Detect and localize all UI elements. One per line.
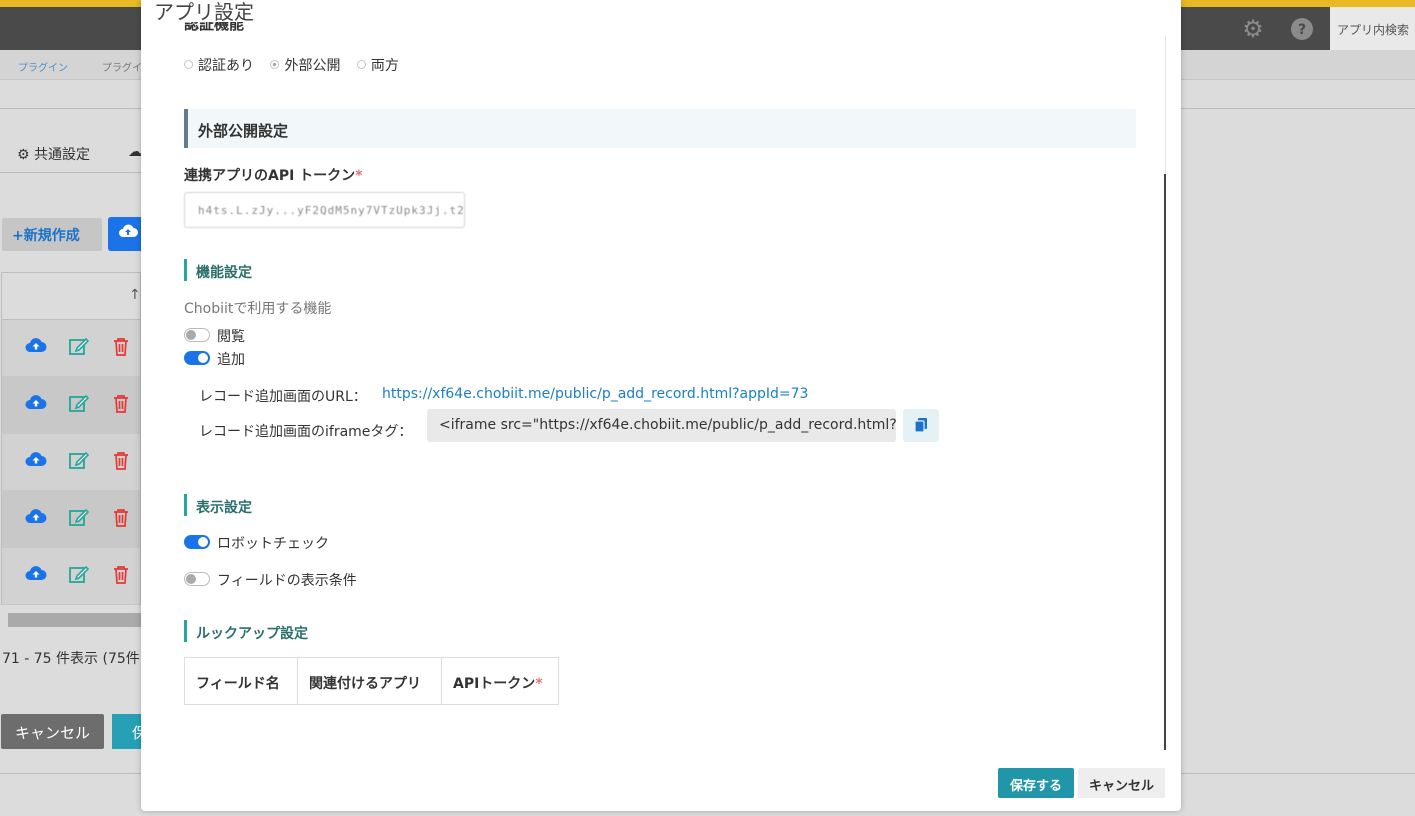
iframe-tag-field[interactable]: <iframe src="https://xf64e.chobiit.me/pu…	[427, 409, 896, 442]
divider	[0, 172, 141, 173]
toggle-view[interactable]	[184, 328, 210, 342]
cloud-upload-icon[interactable]	[25, 394, 47, 415]
table-row	[2, 320, 140, 377]
required-mark: *	[535, 676, 543, 692]
cloud-upload-icon[interactable]	[25, 337, 47, 358]
breadcrumb-item-plugin-2[interactable]: プラグイ	[102, 59, 142, 74]
radio-both[interactable]: 両方	[356, 58, 399, 74]
records-table: ↑	[1, 272, 141, 605]
radio-circle-selected[interactable]	[270, 60, 280, 69]
trash-icon[interactable]	[112, 394, 130, 418]
gear-icon: ⚙	[17, 147, 35, 163]
new-create-button[interactable]: +新規作成	[2, 218, 102, 251]
section-header-public-settings: 外部公開設定	[184, 109, 1136, 148]
cloud-upload-icon[interactable]	[25, 508, 47, 529]
toggle-add-label: 追加	[217, 352, 245, 368]
svg-text:?: ?	[1298, 22, 1306, 38]
radio-public[interactable]: 外部公開	[270, 58, 340, 74]
trash-icon[interactable]	[112, 508, 130, 532]
copy-button[interactable]	[903, 409, 939, 442]
table-row	[2, 548, 140, 605]
save-button[interactable]: 保存する	[998, 768, 1074, 798]
edit-icon[interactable]	[69, 565, 90, 588]
column-related-app: 関連付けるアプリ	[298, 658, 442, 704]
app-settings-modal: アプリ設定 認証機能 認証あり 外部公開 両方 外部公開設定 連携アプリのAPI…	[141, 0, 1181, 811]
scrollbar-thumb[interactable]	[1164, 174, 1166, 750]
edit-icon[interactable]	[69, 337, 90, 360]
gear-icon[interactable]: ⚙	[1240, 16, 1266, 42]
pagination-info: 71 - 75 件表示 (75件中	[2, 651, 154, 667]
cloud-icon[interactable]: ☁	[128, 144, 142, 160]
required-mark: *	[355, 168, 363, 184]
lookup-settings-heading: ルックアップ設定	[184, 620, 308, 642]
toggle-robot-check[interactable]	[184, 535, 210, 549]
toggle-field-display-condition-label: フィールドの表示条件	[217, 573, 357, 589]
background-save-button[interactable]: 保	[112, 714, 147, 749]
cloud-upload-icon	[119, 224, 138, 237]
toggle-add[interactable]	[184, 351, 210, 365]
iframe-tag-label: レコード追加画面のiframeタグ：	[199, 424, 413, 440]
breadcrumb-item-plugin[interactable]: プラグイン	[18, 59, 68, 74]
edit-icon[interactable]	[69, 451, 90, 474]
cloud-upload-icon[interactable]	[25, 565, 47, 586]
edit-icon[interactable]	[69, 508, 90, 531]
plus-icon: +	[12, 228, 24, 244]
column-api-token: APIトークン*	[453, 676, 543, 692]
radio-auth[interactable]: 認証あり	[184, 58, 254, 74]
cancel-button[interactable]: キャンセル	[1078, 768, 1165, 798]
record-url-link[interactable]: https://xf64e.chobiit.me/public/p_add_re…	[382, 386, 808, 402]
table-row	[2, 434, 140, 491]
display-settings-heading: 表示設定	[184, 494, 252, 516]
feature-settings-heading: 機能設定	[184, 259, 252, 281]
record-url-label: レコード追加画面のURL：	[199, 389, 367, 405]
app-search-input[interactable]: アプリ内検索	[1330, 7, 1415, 50]
background-cancel-button[interactable]: キャンセル	[1, 714, 104, 749]
copy-icon	[914, 418, 927, 433]
toggle-field-display-condition[interactable]	[184, 572, 210, 586]
trash-icon[interactable]	[112, 565, 130, 589]
radio-circle[interactable]	[356, 60, 366, 69]
trash-icon[interactable]	[112, 451, 130, 475]
toggle-robot-check-label: ロボットチェック	[217, 536, 329, 552]
tab-common-settings[interactable]: ⚙ 共通設定	[17, 144, 90, 164]
lookup-table-header: フィールド名 関連付けるアプリ APIトークン*	[184, 657, 559, 705]
feature-description: Chobiitで利用する機能	[184, 301, 332, 317]
api-token-input[interactable]: h4ts.L.zJy...yF2QdM5ny7VTzUpk3Jj.t2	[184, 192, 465, 228]
toggle-view-label: 閲覧	[217, 329, 245, 345]
upload-button[interactable]	[108, 217, 143, 251]
column-field-name: フィールド名	[185, 658, 298, 704]
modal-scrollbar[interactable]	[1164, 36, 1166, 750]
table-row	[2, 491, 140, 548]
radio-circle[interactable]	[184, 60, 193, 69]
api-token-label: 連携アプリのAPI トークン*	[184, 168, 363, 184]
horizontal-scrollbar[interactable]	[8, 613, 141, 627]
table-row	[2, 377, 140, 434]
trash-icon[interactable]	[112, 337, 130, 361]
auth-function-label: 認証機能	[184, 22, 245, 33]
help-icon[interactable]: ?	[1289, 16, 1315, 42]
auth-radio-group: 認証あり 外部公開 両方	[184, 55, 411, 75]
edit-icon[interactable]	[69, 394, 90, 417]
cloud-upload-icon[interactable]	[25, 451, 47, 472]
table-header[interactable]: ↑	[2, 273, 141, 320]
